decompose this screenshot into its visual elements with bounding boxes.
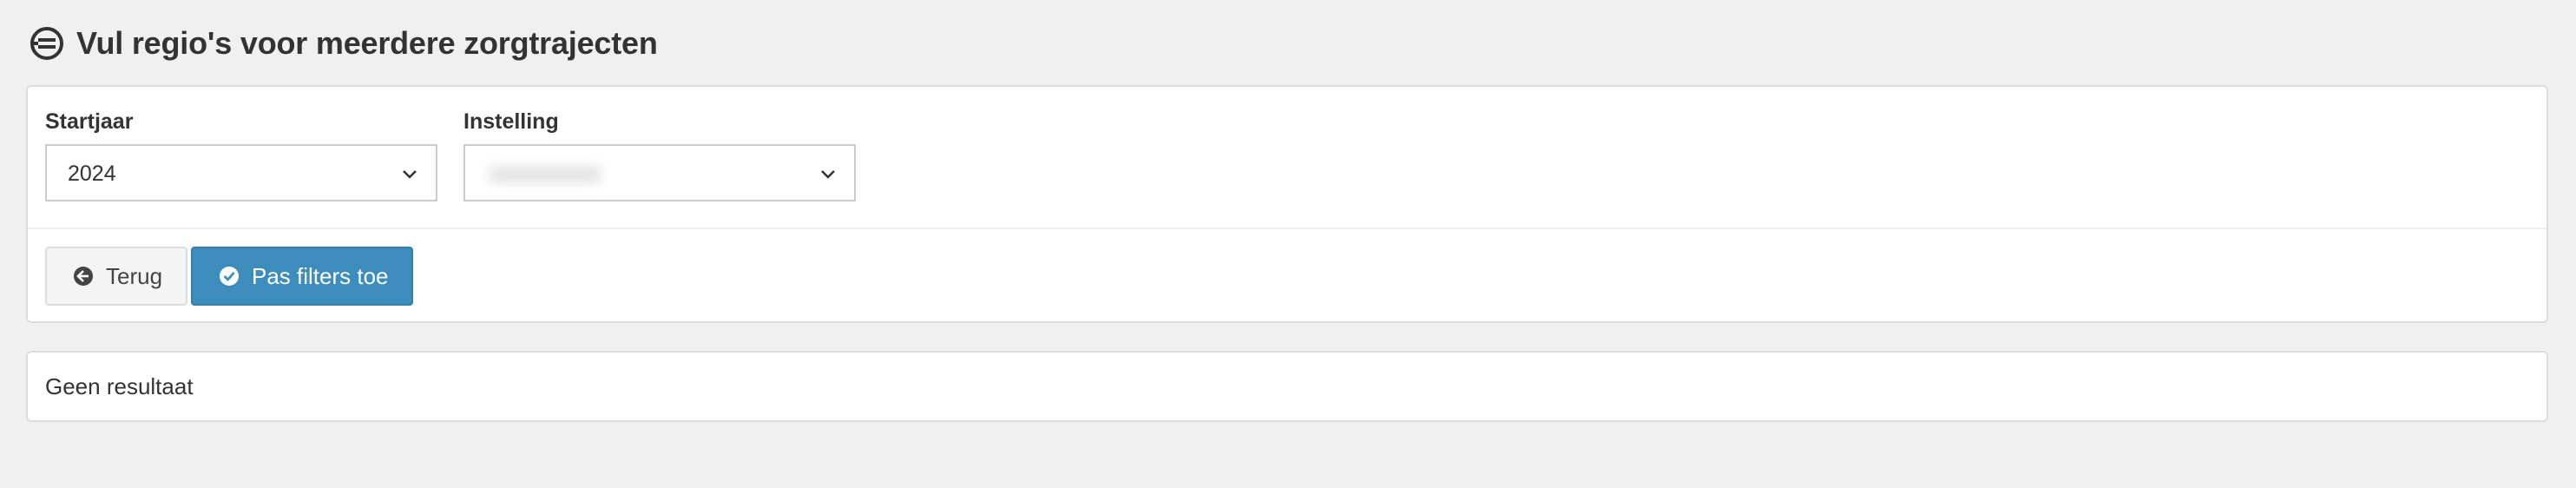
chevron-down-icon (819, 166, 837, 183)
filter-panel: Startjaar 2024 Instelling Terug Pas filt… (26, 85, 2548, 323)
page-container: Vul regio's voor meerdere zorgtrajecten … (26, 0, 2548, 422)
apply-filters-button[interactable]: Pas filters toe (191, 247, 413, 306)
instelling-value-redacted (488, 166, 602, 183)
page-title: Vul regio's voor meerdere zorgtrajecten (76, 25, 658, 61)
instelling-field: Instelling (463, 109, 856, 201)
results-panel: Geen resultaat (26, 351, 2548, 422)
check-circle-icon (219, 266, 240, 287)
filter-fields-row: Startjaar 2024 Instelling (28, 87, 2546, 229)
chevron-down-icon (401, 166, 418, 183)
no-entry-circle-icon (28, 24, 66, 63)
instelling-select[interactable] (463, 144, 856, 201)
startjaar-select[interactable]: 2024 (45, 144, 437, 201)
startjaar-field: Startjaar 2024 (45, 109, 437, 201)
back-button-label: Terug (106, 262, 163, 289)
arrow-circle-left-icon (73, 266, 94, 287)
back-button[interactable]: Terug (45, 247, 187, 306)
startjaar-label: Startjaar (45, 109, 134, 134)
page-header: Vul regio's voor meerdere zorgtrajecten (26, 0, 2548, 87)
instelling-label: Instelling (463, 109, 559, 134)
startjaar-value: 2024 (68, 162, 116, 186)
apply-filters-button-label: Pas filters toe (252, 262, 389, 289)
filter-actions-row: Terug Pas filters toe (28, 229, 2546, 323)
no-results-text: Geen resultaat (45, 373, 194, 399)
